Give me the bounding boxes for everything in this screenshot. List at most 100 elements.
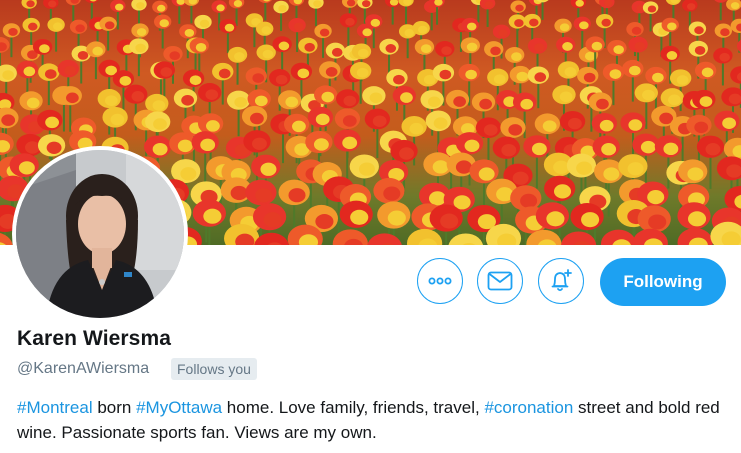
tulip-petal (701, 67, 714, 78)
tulip-petal (370, 18, 381, 27)
tulip-stem (631, 76, 634, 102)
tulip-petal (234, 96, 248, 108)
tulip-petal (427, 96, 441, 108)
tulip-petal (275, 74, 288, 85)
tulip-petal (2, 70, 14, 80)
tulip-petal (262, 49, 274, 59)
tulip-petal (730, 2, 740, 10)
tulip-petal (383, 186, 401, 201)
tulip-petal (184, 28, 195, 37)
tulip-petal (372, 115, 387, 127)
tulip-stem (376, 128, 379, 159)
tulip-petal (575, 0, 584, 7)
tulip-petal (687, 211, 707, 227)
avatar[interactable] (12, 146, 188, 322)
tulip-petal (603, 167, 620, 181)
display-name: Karen Wiersma (17, 327, 172, 350)
tulip-stem (122, 86, 125, 112)
tulip-stem (535, 156, 538, 189)
tulip-stem (459, 31, 462, 52)
tulip-petal (409, 122, 424, 135)
tulip-stem (372, 27, 375, 49)
tulip-petal (562, 42, 573, 51)
tulip-petal (255, 188, 273, 203)
tulip-stem (649, 13, 652, 32)
tulip-petal (48, 0, 57, 8)
tulip-petal (466, 42, 478, 52)
tulip-petal (579, 21, 589, 30)
tulip-petal (484, 1, 494, 9)
tulip-petal (666, 51, 678, 60)
tulip-petal (564, 67, 577, 77)
tulip-petal (260, 162, 277, 176)
notifications-button[interactable] (538, 258, 584, 304)
tulip-petal (420, 44, 432, 54)
tulip-petal (596, 98, 609, 110)
tulip-stem (322, 37, 325, 58)
tulip-petal (515, 4, 524, 12)
tulip-stem (280, 12, 283, 31)
tulip-petal (516, 71, 529, 82)
tulip-petal (722, 117, 737, 129)
tulip-petal (441, 46, 452, 56)
tulip-petal (613, 45, 624, 55)
hashtag-link-montreal[interactable]: #Montreal (17, 398, 93, 417)
tulip-stem (204, 152, 207, 185)
tulip-stem (116, 11, 119, 30)
tulip-stem (90, 2, 93, 21)
tulip-petal (687, 3, 696, 11)
tulip-petal (254, 95, 268, 107)
tulip-petal (699, 96, 713, 107)
more-options-button[interactable] (417, 258, 463, 304)
tulip-petal (195, 42, 207, 52)
tulip-petal (160, 67, 173, 77)
profile-bio: #Montreal born #MyOttawa home. Love fami… (17, 395, 733, 445)
tulip-stem (391, 6, 394, 25)
tulip-petal (705, 143, 721, 156)
tulip-petal (601, 18, 611, 27)
tulip-stem (237, 108, 240, 137)
tulip-flower (367, 233, 402, 245)
tulip-petal (483, 124, 498, 136)
hashtag-link-coronation[interactable]: #coronation (484, 398, 573, 417)
tulip-stem (430, 12, 433, 31)
tulip-petal (642, 89, 655, 101)
tulip-petal (205, 89, 219, 100)
tulip-petal (104, 21, 115, 30)
tulip-petal (440, 213, 459, 229)
tulip-stem (296, 31, 299, 53)
tulip-petal (439, 69, 452, 80)
following-button[interactable]: Following (600, 258, 726, 306)
tulip-petal (8, 27, 18, 36)
tulip-petal (200, 138, 216, 152)
tulip-stem (347, 26, 350, 48)
tulip-petal (75, 24, 85, 33)
tulip-flower (448, 233, 484, 245)
tulip-petal (206, 120, 220, 132)
tulip-petal (131, 91, 145, 102)
tulip-petal (465, 69, 477, 80)
tulip-stem (709, 156, 712, 189)
tulip-petal (135, 43, 146, 53)
tulip-petal (26, 0, 35, 8)
tulip-petal (252, 137, 267, 150)
tulip-petal (26, 97, 40, 109)
tulip-petal (490, 46, 501, 56)
tulip-petal (511, 52, 522, 62)
tulip-petal (453, 96, 466, 107)
tulip-petal (694, 121, 709, 134)
tulip-stem (69, 104, 72, 132)
tulip-petal (23, 66, 36, 77)
tulip-petal (181, 94, 194, 106)
tulip-petal (663, 142, 679, 156)
tulip-petal (554, 184, 572, 199)
tulip-stem (406, 37, 409, 59)
bio-text: home. Love family, friends, travel, (222, 398, 485, 417)
message-button[interactable] (477, 258, 523, 304)
hashtag-link-myottawa[interactable]: #MyOttawa (136, 398, 222, 417)
bio-text: born (92, 398, 137, 417)
tulip-petal (331, 47, 343, 57)
tulip-petal (369, 92, 383, 104)
profile-handle: @KarenAWiersma (17, 360, 150, 377)
tulip-stem (337, 200, 340, 238)
